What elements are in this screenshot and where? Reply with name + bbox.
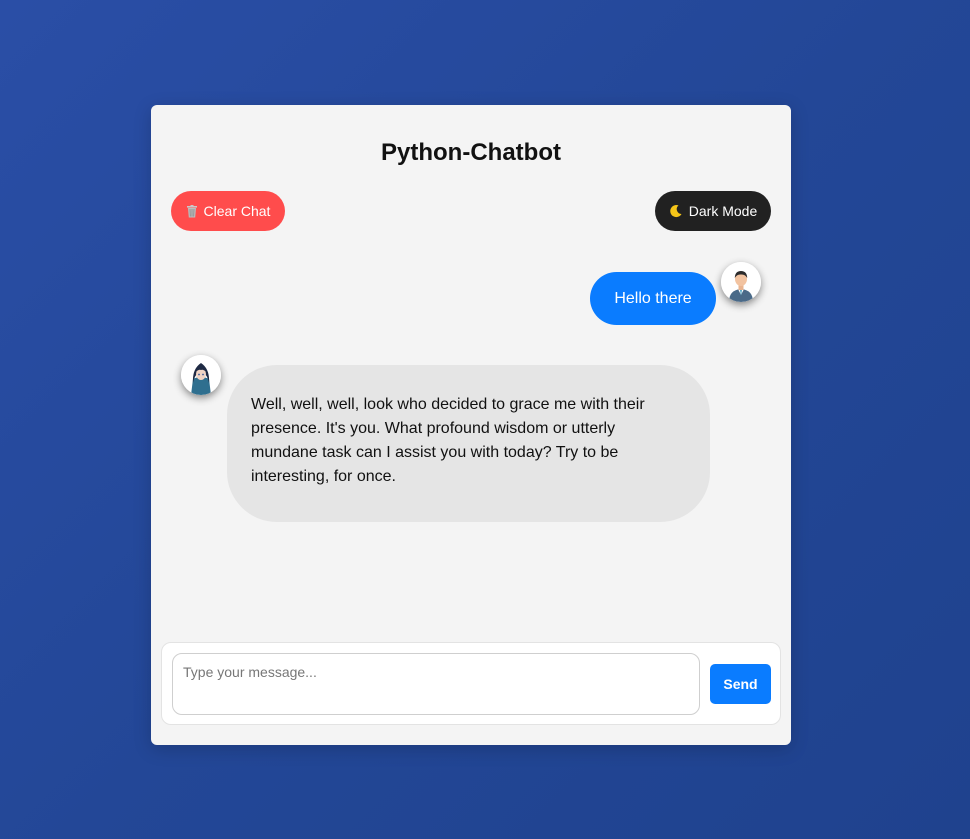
clear-chat-label: Clear Chat [203,203,271,219]
clear-chat-button[interactable]: Clear Chat [171,191,285,231]
dark-mode-label: Dark Mode [688,203,758,219]
user-avatar [721,262,761,302]
chat-window: Python-Chatbot Clear Chat Dark Mode Hell… [151,105,791,745]
trash-icon [186,204,198,218]
page-title: Python-Chatbot [381,139,561,166]
bot-avatar [181,355,221,395]
user-message-bubble: Hello there [590,272,716,325]
message-composer: Send [161,642,781,725]
bot-message-bubble: Well, well, well, look who decided to gr… [227,365,710,522]
dark-mode-button[interactable]: Dark Mode [655,191,771,231]
send-button[interactable]: Send [710,664,771,704]
moon-icon [669,204,683,218]
message-input[interactable] [172,653,700,715]
